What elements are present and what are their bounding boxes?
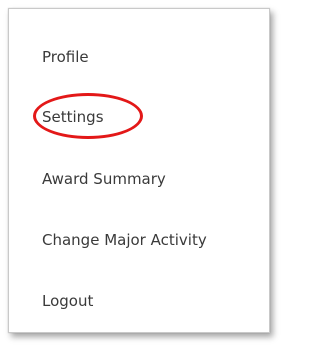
menu-item-settings[interactable]: Settings bbox=[42, 107, 104, 127]
menu-item-logout[interactable]: Logout bbox=[42, 291, 93, 311]
user-dropdown-menu: Profile Settings Award Summary Change Ma… bbox=[8, 8, 270, 333]
menu-item-change-major-activity[interactable]: Change Major Activity bbox=[42, 230, 207, 250]
menu-item-award-summary[interactable]: Award Summary bbox=[42, 169, 166, 189]
menu-item-profile[interactable]: Profile bbox=[42, 47, 89, 67]
